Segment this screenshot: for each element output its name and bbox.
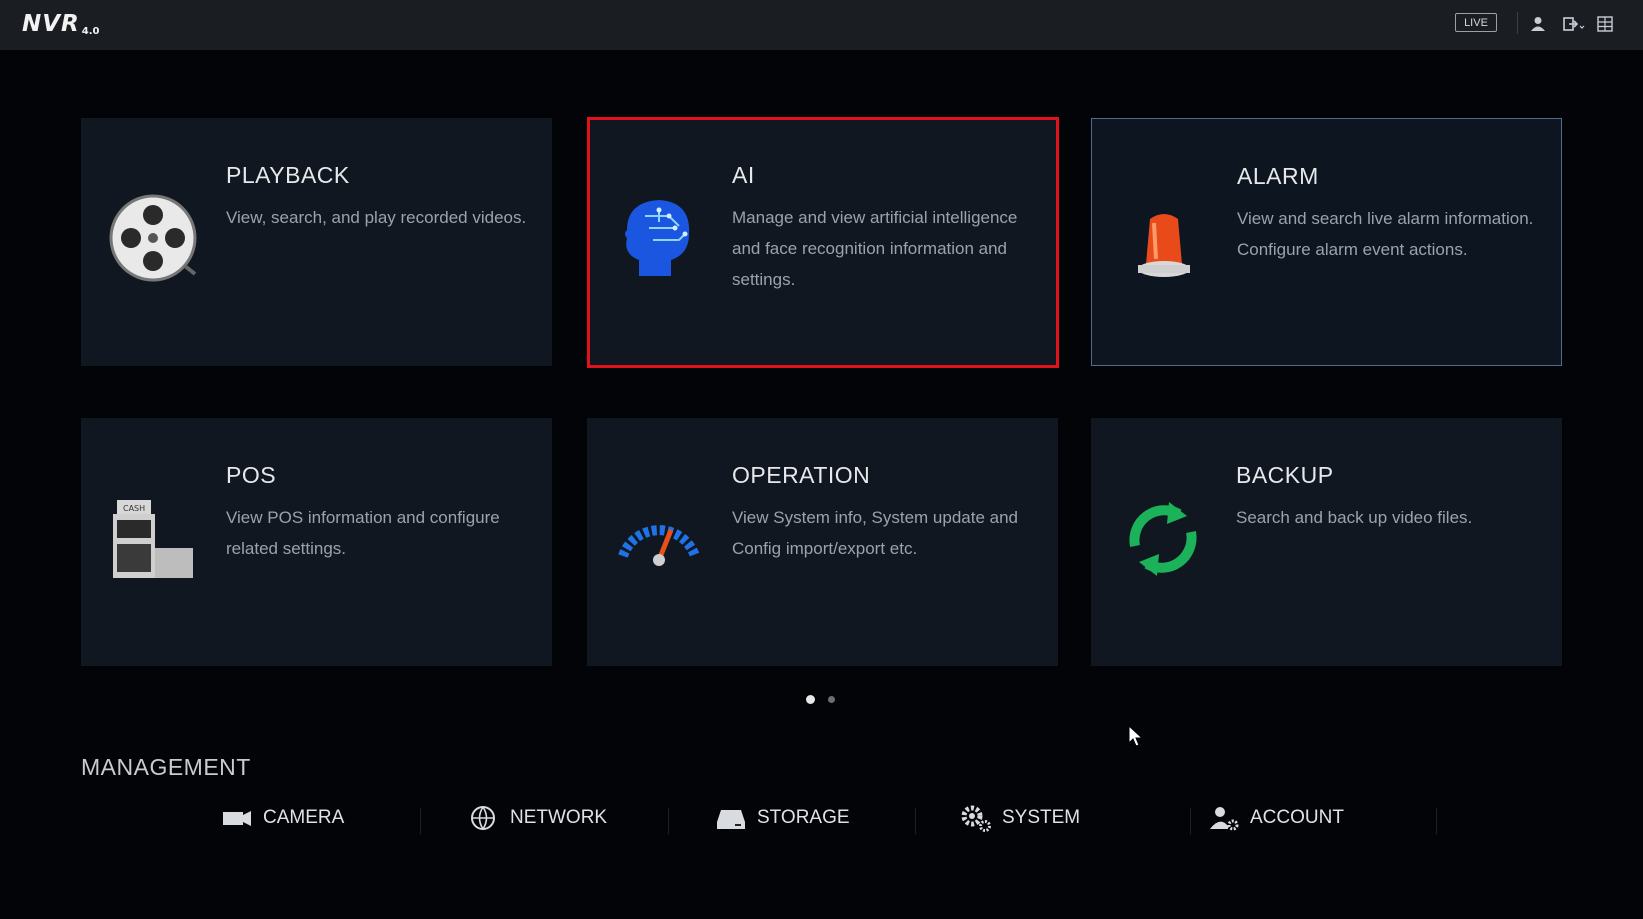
management-system[interactable]: SYSTEM (960, 800, 1110, 836)
card-title: OPERATION (732, 462, 871, 488)
playback-card[interactable]: PLAYBACK View, search, and play recorded… (81, 118, 552, 366)
management-label: NETWORK (510, 807, 608, 828)
logo-text: NVR (22, 11, 80, 37)
selection-highlight-box (587, 117, 1059, 368)
user-icon[interactable] (1528, 14, 1548, 34)
menu-grid-icon[interactable] (1595, 14, 1615, 34)
management-label: ACCOUNT (1250, 807, 1344, 828)
toolbar-divider (1517, 12, 1518, 34)
film-reel-icon (109, 194, 197, 282)
card-title: POS (226, 462, 277, 488)
user-gear-icon (1210, 807, 1239, 831)
card-description: View POS information and configure relat… (226, 508, 500, 558)
card-title: PLAYBACK (226, 162, 350, 188)
gauge-icon (618, 525, 700, 566)
hard-drive-icon (717, 810, 745, 829)
gears-icon (961, 805, 991, 832)
card-title: BACKUP (1236, 462, 1334, 488)
management-account[interactable]: ACCOUNT (1208, 800, 1368, 836)
management-storage[interactable]: STORAGE (715, 800, 865, 836)
card-description: View System info, System update and Conf… (732, 508, 1019, 558)
nvr-logo: NVR 4.0 (22, 11, 99, 37)
live-button[interactable]: LIVE (1455, 13, 1497, 32)
card-title: ALARM (1237, 163, 1319, 189)
logout-icon[interactable] (1561, 14, 1587, 34)
management-divider (1190, 808, 1191, 834)
mouse-cursor-icon (1128, 725, 1144, 747)
card-description: View, search, and play recorded videos. (226, 208, 527, 227)
svg-text:CASH: CASH (123, 504, 145, 513)
globe-icon (471, 806, 495, 830)
top-bar: NVR 4.0 LIVE (0, 0, 1643, 50)
refresh-arrows-icon (1129, 502, 1197, 576)
pos-card[interactable]: CASH POS View POS information and config… (81, 418, 552, 666)
management-label: STORAGE (757, 807, 850, 828)
management-divider (915, 808, 916, 834)
management-network[interactable]: NETWORK (468, 800, 628, 836)
management-label: SYSTEM (1002, 807, 1081, 828)
page-dot[interactable] (828, 696, 835, 703)
management-label: CAMERA (263, 807, 345, 828)
card-description: Search and back up video files. (1236, 508, 1473, 527)
cash-register-icon: CASH (113, 500, 193, 578)
operation-card[interactable]: OPERATION View System info, System updat… (587, 418, 1058, 666)
page-dot-active[interactable] (806, 695, 815, 704)
card-description: View and search live alarm information. … (1237, 209, 1534, 259)
management-title: MANAGEMENT (81, 754, 251, 780)
alarm-card[interactable]: ALARM View and search live alarm informa… (1091, 118, 1562, 366)
camera-icon (223, 811, 251, 826)
alarm-light-icon (1138, 214, 1190, 277)
logo-version: 4.0 (81, 26, 100, 37)
management-camera[interactable]: CAMERA (221, 800, 371, 836)
backup-card[interactable]: BACKUP Search and back up video files. (1091, 418, 1562, 666)
management-divider (420, 808, 421, 834)
management-divider (668, 808, 669, 834)
management-divider (1436, 808, 1437, 834)
